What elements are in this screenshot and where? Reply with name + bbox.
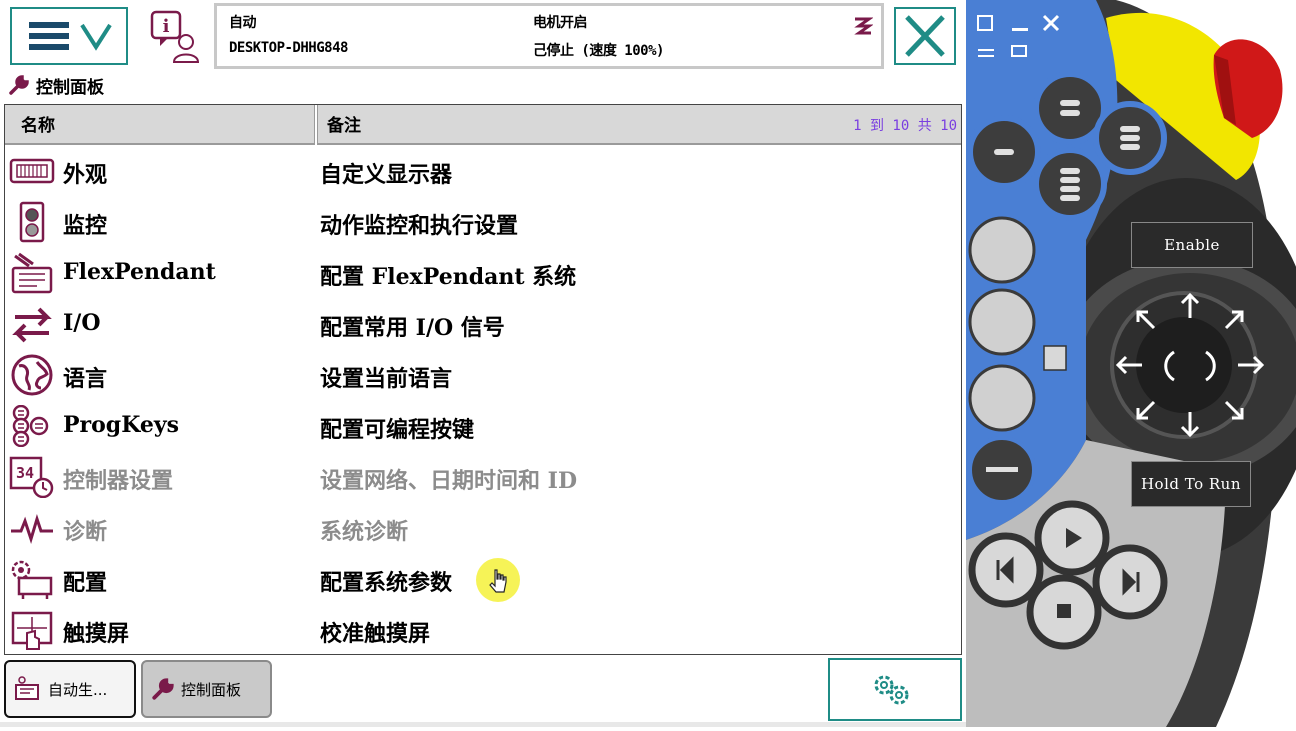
- row-note: 配置系统参数: [320, 570, 453, 596]
- row-name: 控制器设置: [63, 468, 174, 494]
- task-tab-label: 自动生...: [48, 680, 108, 699]
- hold-to-run-label: Hold To Run: [1140, 475, 1242, 493]
- system-name: DESKTOP-DHHG848: [229, 40, 348, 56]
- column-divider[interactable]: [314, 105, 318, 145]
- row-note: 配置常用 I/O 信号: [320, 315, 505, 341]
- table-row[interactable]: FlexPendant 配置 FlexPendant 系统: [5, 247, 961, 298]
- hold-to-run-button[interactable]: Hold To Run: [1131, 461, 1251, 507]
- enable-button[interactable]: Enable: [1131, 222, 1253, 268]
- status-bar: 自动 DESKTOP-DHHG848 电机开启 己停止 (速度 100%): [214, 3, 884, 69]
- diagnostics-icon: [11, 514, 53, 544]
- touchscreen-icon: [11, 611, 53, 650]
- appearance-icon: [9, 158, 55, 184]
- motor-state: 电机开启: [533, 15, 588, 31]
- operating-mode: 自动: [229, 15, 257, 31]
- table-row[interactable]: 外观 自定义显示器: [5, 145, 961, 196]
- pager-text: 1 到 10 共 10: [853, 118, 957, 134]
- flexpendant-icon: [11, 252, 53, 294]
- configuration-icon: [11, 560, 53, 599]
- svg-text:34: 34: [16, 464, 34, 482]
- row-name: 外观: [63, 162, 108, 188]
- table-row[interactable]: 触摸屏 校准触摸屏: [5, 604, 961, 654]
- pendant-hardware-panel: Enable Hold To Run: [966, 0, 1296, 727]
- task-tab-label: 控制面板: [181, 680, 242, 699]
- row-name: 诊断: [63, 519, 108, 545]
- table-row[interactable]: 34 控制器设置 设置网络、日期时间和 ID: [5, 451, 961, 502]
- table-row[interactable]: 语言 设置当前语言: [5, 349, 961, 400]
- row-note: 配置可编程按键: [320, 417, 475, 443]
- task-tab-control-panel[interactable]: 控制面板: [141, 660, 272, 718]
- row-name: I/O: [63, 310, 101, 336]
- task-tab-auto-production[interactable]: 自动生...: [4, 660, 136, 718]
- page-title: 控制面板: [36, 77, 104, 98]
- row-name: 触摸屏: [63, 621, 130, 647]
- abb-menu-button[interactable]: [10, 7, 128, 65]
- row-name: 语言: [63, 366, 108, 392]
- row-name: FlexPendant: [63, 259, 216, 285]
- close-button[interactable]: [894, 7, 956, 65]
- row-name: 监控: [63, 213, 108, 239]
- row-note: 设置当前语言: [320, 366, 453, 392]
- table-header: 名称 备注 1 到 10 共 10: [5, 105, 961, 145]
- row-name: ProgKeys: [63, 412, 179, 438]
- gears-icon: [874, 675, 909, 705]
- row-name: 配置: [63, 570, 108, 596]
- globe-icon: [11, 354, 53, 396]
- supervision-icon: [19, 201, 45, 243]
- close-icon: [905, 15, 945, 57]
- enable-label: Enable: [1164, 236, 1220, 254]
- row-note: 动作监控和执行设置: [320, 213, 519, 239]
- svg-text:i: i: [163, 16, 170, 37]
- breadcrumb: 控制面板: [8, 74, 104, 98]
- column-header-note[interactable]: 备注: [327, 111, 361, 136]
- row-note: 自定义显示器: [320, 162, 453, 188]
- row-note: 系统诊断: [320, 519, 409, 545]
- column-header-name[interactable]: 名称: [21, 111, 55, 136]
- table-row[interactable]: ProgKeys 配置可编程按键: [5, 400, 961, 451]
- run-state: 己停止 (速度 100%): [533, 43, 664, 59]
- row-note: 校准触摸屏: [320, 621, 431, 647]
- quickset-menu-button[interactable]: [828, 658, 962, 721]
- production-window-icon: [15, 676, 39, 700]
- controller-settings-icon: 34: [9, 456, 54, 498]
- table-row[interactable]: 诊断 系统诊断: [5, 502, 961, 553]
- row-note: 设置网络、日期时间和 ID: [320, 468, 578, 494]
- io-arrows-icon: [12, 307, 52, 343]
- row-note: 配置 FlexPendant 系统: [320, 264, 577, 290]
- robot-status-icon: [854, 17, 873, 35]
- menu-icon: [29, 22, 112, 51]
- table-row[interactable]: I/O 配置常用 I/O 信号: [5, 298, 961, 349]
- event-log-icon[interactable]: i: [150, 10, 204, 64]
- cursor-highlight: [476, 558, 520, 602]
- wrench-icon: [152, 678, 174, 700]
- wrench-icon: [9, 75, 29, 95]
- pendant-body: [966, 0, 1296, 727]
- progkeys-icon: [12, 405, 49, 447]
- table-row[interactable]: 监控 动作监控和执行设置: [5, 196, 961, 247]
- footer-strip: [0, 722, 966, 727]
- hand-pointer-icon: [489, 569, 507, 593]
